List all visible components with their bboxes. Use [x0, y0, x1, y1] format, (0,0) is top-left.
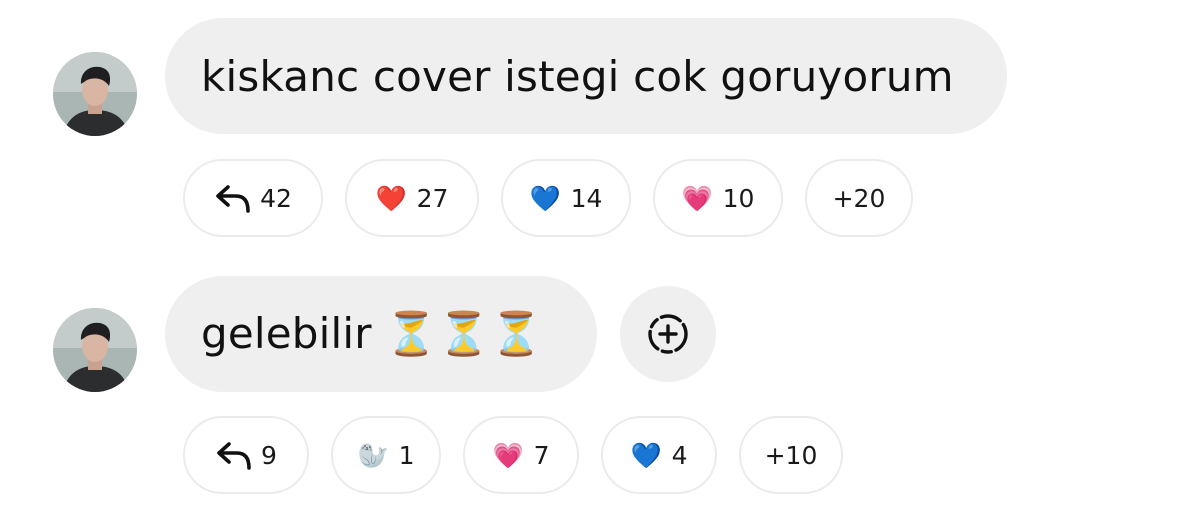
- reaction-count: 4: [671, 440, 688, 470]
- more-reactions-label: +10: [764, 440, 818, 470]
- comment-text: kiskanc cover istegi cok goruyorum: [201, 51, 954, 101]
- add-reaction-button[interactable]: [620, 286, 716, 382]
- add-reaction-icon: [648, 314, 688, 354]
- reaction-row: 42 ❤️ 27 💙 14 💗 10 +20: [183, 159, 913, 237]
- blue-heart-icon: 💙: [529, 183, 561, 213]
- reply-icon: [216, 185, 250, 213]
- comment-text: gelebilir ⏳⏳⏳: [201, 309, 543, 358]
- reply-button[interactable]: 9: [183, 416, 309, 494]
- reply-count: 9: [261, 440, 277, 470]
- more-reactions-label: +20: [832, 183, 886, 213]
- reaction-count: 14: [570, 183, 603, 213]
- more-reactions-button[interactable]: +10: [739, 416, 843, 494]
- blue-heart-icon: 💙: [630, 440, 662, 470]
- comment-bubble: kiskanc cover istegi cok goruyorum: [165, 18, 1007, 134]
- reaction-chip[interactable]: 💗 7: [463, 416, 579, 494]
- avatar[interactable]: [53, 308, 137, 392]
- reaction-chip[interactable]: 💙 14: [501, 159, 631, 237]
- reaction-chip[interactable]: 🦭 1: [331, 416, 441, 494]
- avatar[interactable]: [53, 52, 137, 136]
- reply-count: 42: [260, 183, 292, 213]
- reply-icon: [217, 442, 251, 470]
- growing-heart-icon: 💗: [681, 183, 713, 213]
- reaction-chip[interactable]: 💙 4: [601, 416, 717, 494]
- reaction-count: 1: [398, 440, 415, 470]
- comment-bubble: gelebilir ⏳⏳⏳: [165, 276, 597, 392]
- red-heart-icon: ❤️: [375, 183, 407, 213]
- growing-heart-icon: 💗: [492, 440, 524, 470]
- reaction-chip[interactable]: ❤️ 27: [345, 159, 479, 237]
- reaction-row: 9 🦭 1 💗 7 💙 4 +10: [183, 416, 843, 494]
- reply-button[interactable]: 42: [183, 159, 323, 237]
- reaction-count: 27: [416, 183, 449, 213]
- reaction-count: 7: [533, 440, 550, 470]
- more-reactions-button[interactable]: +20: [805, 159, 913, 237]
- seal-icon: 🦭: [357, 440, 389, 470]
- reaction-chip[interactable]: 💗 10: [653, 159, 783, 237]
- reaction-count: 10: [722, 183, 755, 213]
